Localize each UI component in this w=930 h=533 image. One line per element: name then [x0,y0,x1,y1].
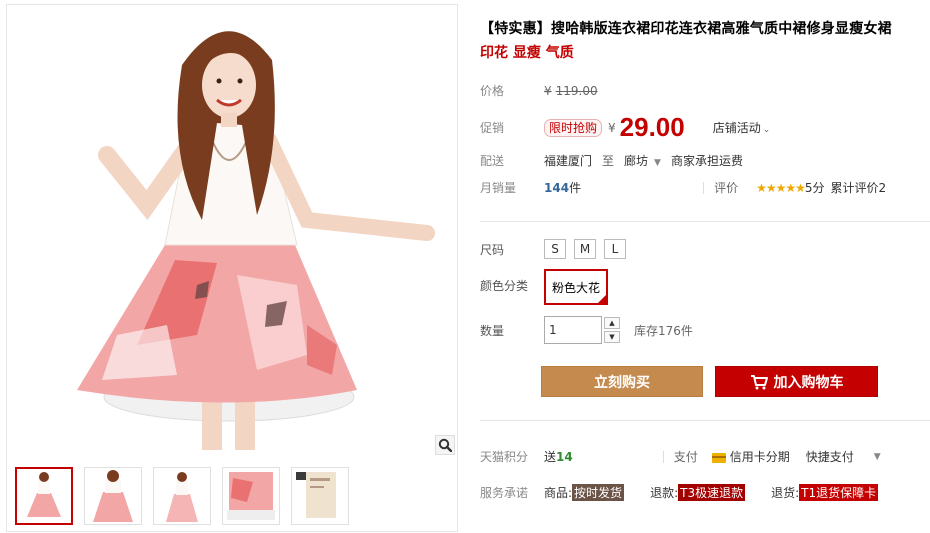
points-amount: 14 [556,450,573,464]
promo-price: 29.00 [619,112,685,142]
points-label: 天猫积分 [480,450,529,464]
points-row: 天猫积分 送14 支付 信用卡分期 快捷支付 ▼ [480,448,881,465]
color-option-selected[interactable]: 粉色大花 [544,269,609,305]
fast-refund-tag[interactable]: T3极速退款 [678,484,746,501]
shipping-row: 配送 福建厦门 至 廊坊 ▼ 商家承担运费 [480,152,743,169]
chevron-down-icon: ⌄ [762,125,771,135]
quantity-row: 数量 ▲ ▼ 库存176件 [480,316,693,344]
magnifier-icon [438,438,452,452]
points-value: 送14 [544,450,573,464]
credit-card-icon [711,452,726,463]
thumbnail-4[interactable] [222,467,280,525]
selected-check-icon [597,294,608,304]
destination-label: 廊坊 [624,154,649,168]
review-label: 评价 [714,181,739,195]
flash-sale-badge: 限时抢购 [544,118,603,137]
thumbnail-5[interactable] [291,467,349,525]
quick-pay[interactable]: 快捷支付 [806,448,854,465]
payment-label: 支付 [673,450,698,464]
size-option-s[interactable]: S [544,239,566,259]
cumulative-reviews-link[interactable]: 累计评价2 [831,179,887,196]
product-subtitle: 印花 显瘦 气质 [480,45,574,61]
add-to-cart-button[interactable]: 加入购物车 [715,366,878,397]
service-label: 服务承诺 [480,486,529,500]
color-label: 颜色分类 [480,279,529,293]
size-option-m[interactable]: M [574,239,596,259]
quantity-label: 数量 [480,323,505,338]
section-divider [480,221,930,222]
buy-now-button[interactable]: 立刻购买 [541,366,703,397]
goods-prefix: 商品: [544,486,573,500]
add-to-cart-label: 加入购物车 [773,374,844,391]
rating-stars-icon: ★★★★★ [756,180,806,195]
zoom-button[interactable] [435,435,455,455]
shop-activity-label: 店铺活动 [712,121,761,135]
monthly-sales-unit: 件 [569,181,582,195]
size-option-l[interactable]: L [604,239,626,259]
product-gallery [6,4,458,532]
color-row: 颜色分类 粉色大花 [480,269,609,305]
sales-row: 月销量 144 件 评价 ★★★★★ 5分 累计评价2 [480,179,886,196]
ship-from: 福建厦门 [544,154,593,168]
monthly-sales-count: 144 [544,180,570,195]
original-price: ¥119.00 [544,84,598,98]
return-prefix: 退货: [771,486,800,500]
section-divider [480,420,930,421]
shipping-fee: 商家承担运费 [670,154,743,168]
shipping-label: 配送 [480,154,505,168]
service-row: 服务承诺 商品: 按时发货 退款: T3极速退款 退货: T1退货保障卡 [480,484,879,501]
return-guarantee-tag[interactable]: T1退货保障卡 [799,484,879,501]
quantity-decrease-icon[interactable]: ▼ [604,331,620,343]
quantity-stepper: ▲ ▼ [604,317,620,343]
divider [703,181,705,194]
original-price-value: 119.00 [555,83,598,98]
price-row: 价格 ¥119.00 [480,82,598,99]
ship-to-word: 至 [602,154,615,168]
caret-down-icon[interactable]: ▼ [874,452,881,462]
shop-activity-dropdown[interactable]: 店铺活动 ⌄ [713,119,771,136]
promo-currency: ¥ [608,120,616,135]
caret-down-icon: ▼ [654,158,661,168]
currency-symbol: ¥ [544,83,552,98]
size-label: 尺码 [480,242,505,257]
main-product-photo[interactable] [7,5,457,457]
thumbnail-strip [15,467,349,525]
product-title: 【特实惠】搜哈韩版连衣裙印花连衣裙高雅气质中裙修身显瘦女裙 [480,21,892,37]
divider [662,450,664,463]
size-row: 尺码 S M L [480,239,634,259]
promo-row: 促销 限时抢购 ¥ 29.00 店铺活动 ⌄ [480,112,770,143]
thumbnail-2[interactable] [84,467,142,525]
rating-score: 5分 [804,181,825,195]
quantity-input[interactable] [544,316,602,344]
refund-prefix: 退款: [650,486,679,500]
cart-icon [750,374,768,389]
thumbnail-3[interactable] [153,467,211,525]
stock-count: 库存176件 [634,323,693,338]
color-option-label: 粉色大花 [552,280,601,295]
promo-label: 促销 [480,121,505,135]
price-label: 价格 [480,84,505,98]
credit-installment[interactable]: 信用卡分期 [711,448,790,465]
ontime-delivery-tag[interactable]: 按时发货 [572,484,625,501]
monthly-sales-label: 月销量 [480,181,517,195]
destination-selector[interactable]: 廊坊 ▼ [624,152,661,169]
quantity-increase-icon[interactable]: ▲ [604,317,620,329]
thumbnail-1[interactable] [15,467,73,525]
product-details: 【特实惠】搜哈韩版连衣裙印花连衣裙高雅气质中裙修身显瘦女裙 印花 显瘦 气质 价… [480,0,930,533]
